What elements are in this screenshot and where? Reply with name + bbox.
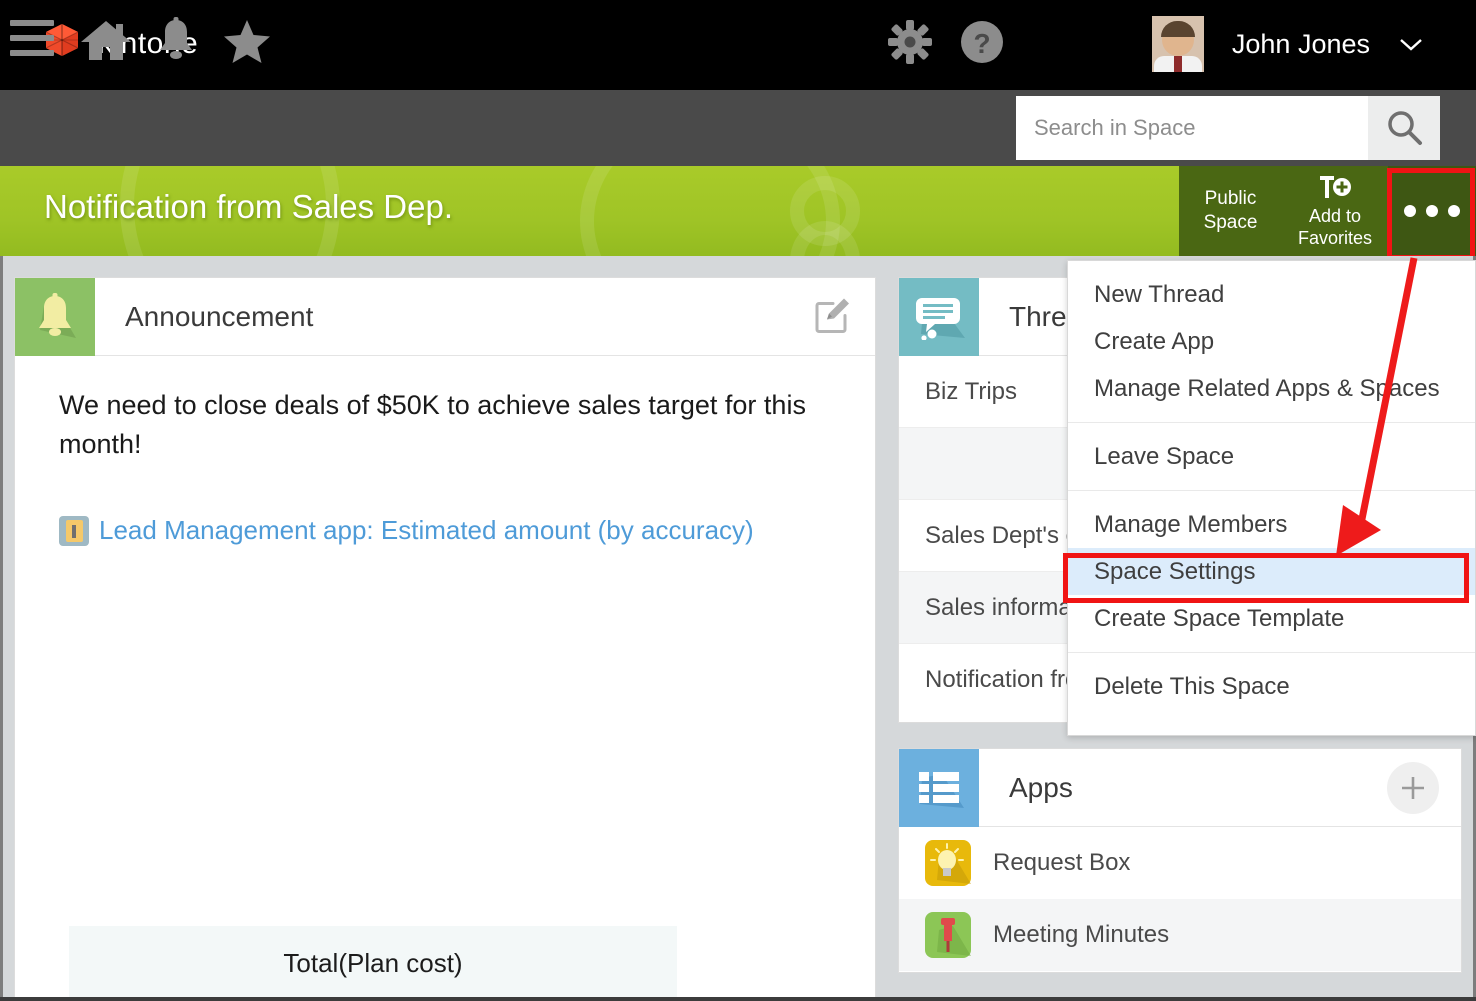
announcement-text: We need to close deals of $50K to achiev… [59, 386, 831, 464]
plus-icon [1387, 762, 1439, 814]
home-icon[interactable] [78, 18, 134, 62]
menu-item-create-app[interactable]: Create App [1068, 318, 1475, 365]
favorites-label-1: Add to [1309, 205, 1361, 228]
apps-title: Apps [979, 749, 1073, 826]
apps-list-icon [899, 749, 979, 827]
page-border-bottom [0, 997, 1476, 1001]
menu-item-manage-related-apps-spaces[interactable]: Manage Related Apps & Spaces [1068, 365, 1475, 412]
user-name: John Jones [1232, 29, 1370, 60]
star-favorites-icon[interactable] [222, 18, 272, 64]
search-bar[interactable] [1016, 96, 1440, 160]
add-app-button[interactable] [1387, 762, 1439, 814]
bell-icon [15, 278, 95, 356]
announcement-link-row[interactable]: Lead Management app: Estimated amount (b… [59, 510, 831, 552]
space-header: Notification from Sales Dep. Public Spac… [0, 166, 1476, 256]
svg-text:?: ? [973, 28, 990, 59]
menu-item-new-thread[interactable]: New Thread [1068, 271, 1475, 318]
public-space-label-2: Space [1204, 211, 1258, 235]
search-input[interactable] [1016, 96, 1368, 160]
menu-item-manage-members[interactable]: Manage Members [1068, 501, 1475, 548]
menu-group-3: Manage Members Space Settings Create Spa… [1068, 491, 1475, 653]
search-icon [1384, 108, 1424, 148]
bell-notification-icon[interactable] [152, 16, 200, 64]
menu-group-2: Leave Space [1068, 423, 1475, 491]
page-border-left [0, 256, 3, 1001]
edit-announcement-button[interactable] [811, 293, 853, 340]
menu-item-create-space-template[interactable]: Create Space Template [1068, 595, 1475, 642]
apps-header: Apps [899, 749, 1461, 827]
ellipsis-more-icon [1404, 205, 1460, 217]
apps-list: Request Box Meeting Minutes [899, 827, 1461, 971]
list-item-label: Meeting Minutes [993, 921, 1169, 949]
favorites-label-2: Favorites [1298, 227, 1372, 250]
announcement-link[interactable]: Lead Management app: Estimated amount (b… [99, 510, 754, 552]
pushpin-icon [925, 912, 971, 958]
pie-chart: Total(Plan cost) [69, 926, 677, 1001]
search-button[interactable] [1368, 96, 1440, 160]
hamburger-menu-icon[interactable] [10, 20, 54, 56]
page-title: Notification from Sales Dep. [44, 188, 453, 226]
add-to-favorites-button[interactable]: Add to Favorites [1282, 166, 1388, 256]
gear-settings-icon[interactable] [886, 18, 934, 66]
public-space-badge: Public Space [1179, 166, 1282, 256]
pin-add-icon [1318, 175, 1352, 203]
question-help-icon[interactable]: ? [958, 18, 1006, 66]
menu-group-1: New Thread Create App Manage Related App… [1068, 261, 1475, 423]
menu-item-leave-space[interactable]: Leave Space [1068, 433, 1475, 480]
menu-group-4: Delete This Space [1068, 653, 1475, 710]
announcement-body: We need to close deals of $50K to achiev… [15, 356, 875, 552]
announcement-header: Announcement [15, 278, 875, 356]
menu-item-space-settings[interactable]: Space Settings [1068, 548, 1475, 595]
chevron-down-icon[interactable] [1398, 36, 1424, 52]
lightbulb-icon [925, 840, 971, 886]
space-options-dropdown: New Thread Create App Manage Related App… [1067, 260, 1476, 736]
announcement-card: Announcement We need to close deals of $… [14, 277, 876, 1001]
avatar [1152, 16, 1204, 72]
chart-title: Total(Plan cost) [69, 948, 677, 979]
list-item[interactable]: Request Box [899, 827, 1461, 899]
user-menu[interactable]: John Jones [1152, 16, 1424, 72]
list-item-label: Request Box [993, 849, 1130, 877]
public-space-label-1: Public [1205, 187, 1257, 211]
apps-card: Apps [898, 748, 1462, 973]
edit-pencil-icon [811, 293, 853, 335]
announcement-title: Announcement [95, 278, 313, 355]
space-more-options-button[interactable] [1388, 166, 1476, 256]
app-book-icon [59, 516, 89, 546]
space-action-group: Public Space Add to Favorites [1179, 166, 1476, 256]
list-item[interactable]: Meeting Minutes [899, 899, 1461, 971]
threads-comment-icon [899, 278, 979, 356]
menu-item-delete-this-space[interactable]: Delete This Space [1068, 663, 1475, 710]
